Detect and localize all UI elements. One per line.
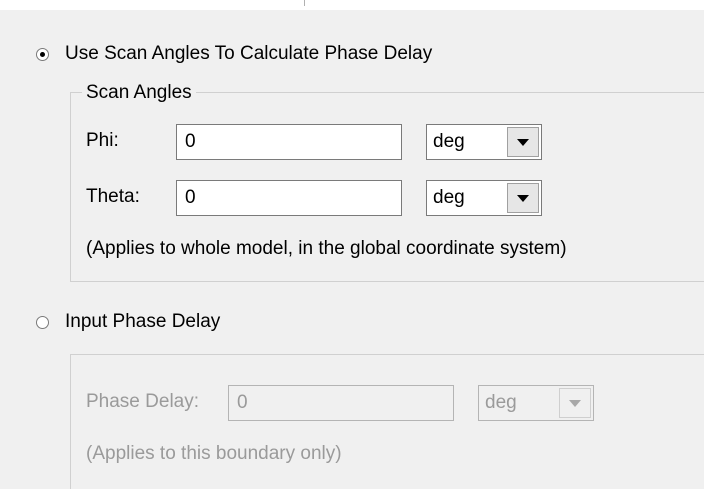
phi-label: Phi: xyxy=(86,130,119,151)
phi-unit-select[interactable]: deg xyxy=(426,124,542,160)
phase-delay-unit-value: deg xyxy=(485,392,517,413)
theta-input[interactable] xyxy=(176,180,402,216)
theta-unit-dropdown-button[interactable] xyxy=(507,183,539,213)
phi-unit-dropdown-button[interactable] xyxy=(507,127,539,157)
theta-label: Theta: xyxy=(86,186,140,207)
phi-unit-value: deg xyxy=(433,131,465,152)
theta-unit-select[interactable]: deg xyxy=(426,180,542,216)
phase-delay-unit-select[interactable]: deg xyxy=(478,385,594,421)
phase-delay-input[interactable] xyxy=(228,385,454,421)
input-phase-delay-radio-icon[interactable] xyxy=(36,315,49,329)
input-phase-delay-radio-label[interactable]: Input Phase Delay xyxy=(65,311,220,333)
phase-delay-panel: Use Scan Angles To Calculate Phase Delay… xyxy=(0,0,704,489)
phase-delay-label: Phase Delay: xyxy=(86,391,200,412)
phi-input[interactable] xyxy=(176,124,402,160)
theta-unit-value: deg xyxy=(433,187,465,208)
scan-angles-radio-icon[interactable] xyxy=(36,47,49,61)
top-divider xyxy=(304,0,305,6)
chevron-down-icon xyxy=(569,399,581,407)
chevron-down-icon xyxy=(517,138,529,146)
top-edge xyxy=(0,0,704,10)
input-phase-delay-radio-row[interactable]: Input Phase Delay xyxy=(36,309,220,335)
phase-delay-unit-dropdown-button[interactable] xyxy=(559,388,591,418)
phase-delay-group xyxy=(70,354,704,489)
scan-angles-note: (Applies to whole model, in the global c… xyxy=(86,238,567,259)
chevron-down-icon xyxy=(517,194,529,202)
phase-delay-note: (Applies to this boundary only) xyxy=(86,443,342,464)
scan-angles-group-title: Scan Angles xyxy=(82,79,196,107)
scan-angles-radio-label[interactable]: Use Scan Angles To Calculate Phase Delay xyxy=(65,43,432,65)
scan-angles-radio-row[interactable]: Use Scan Angles To Calculate Phase Delay xyxy=(36,41,432,67)
